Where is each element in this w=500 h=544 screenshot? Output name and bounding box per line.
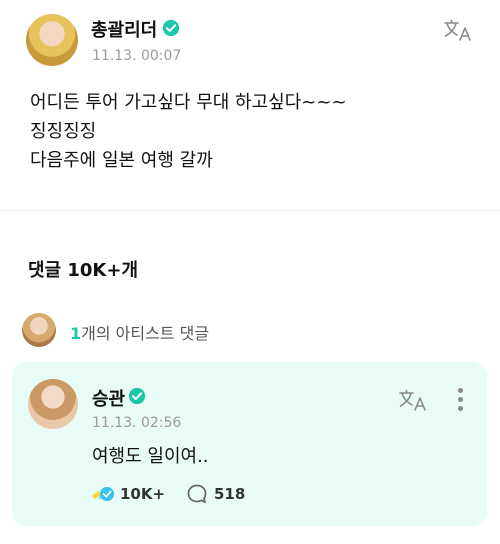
artist-comments-filter[interactable]: 1개의 아티스트 댓글 — [22, 313, 322, 347]
artist-comment-card: 승관 11.13. 02:56 여행도 일이여.. 10K+ 518 — [12, 362, 487, 526]
translate-icon[interactable] — [443, 18, 473, 42]
comment-author-avatar[interactable] — [28, 379, 78, 429]
comment-author-name[interactable]: 승관 — [92, 385, 125, 411]
cheer-icon[interactable] — [90, 483, 116, 505]
section-divider — [0, 210, 500, 211]
post-author-name[interactable]: 총괄리더 — [91, 16, 157, 42]
artist-avatar — [22, 313, 56, 347]
translate-icon[interactable] — [398, 388, 428, 412]
more-vertical-icon[interactable] — [457, 388, 465, 412]
verified-check-icon — [128, 387, 146, 405]
post-text-line: 징징징징 — [30, 121, 97, 142]
verified-check-icon — [162, 19, 180, 37]
reply-count: 518 — [214, 485, 246, 503]
artist-comments-label: 1개의 아티스트 댓글 — [70, 320, 209, 344]
cheer-count: 10K+ — [120, 485, 166, 503]
artist-comments-text: 개의 아티스트 댓글 — [81, 324, 210, 343]
comment-actions: 10K+ 518 — [90, 481, 290, 505]
post-text-line: 어디든 투어 가고싶다 무대 하고싶다~~~ — [30, 92, 347, 113]
comment-text: 여행도 일이여.. — [92, 446, 209, 467]
post-header: 총괄리더 11.13. 00:07 — [0, 0, 500, 74]
post-timestamp: 11.13. 00:07 — [92, 48, 182, 64]
post-body: 어디든 투어 가고싶다 무대 하고싶다~~~ 징징징징 다음주에 일본 여행 갈… — [30, 88, 470, 175]
speech-bubble-icon[interactable] — [186, 483, 208, 505]
comments-count-heading: 댓글 10K+개 — [28, 260, 139, 281]
post-text-line: 다음주에 일본 여행 갈까 — [30, 150, 213, 171]
comment-timestamp: 11.13. 02:56 — [92, 415, 182, 431]
artist-comments-count: 1 — [70, 324, 82, 343]
author-avatar[interactable] — [26, 14, 78, 66]
